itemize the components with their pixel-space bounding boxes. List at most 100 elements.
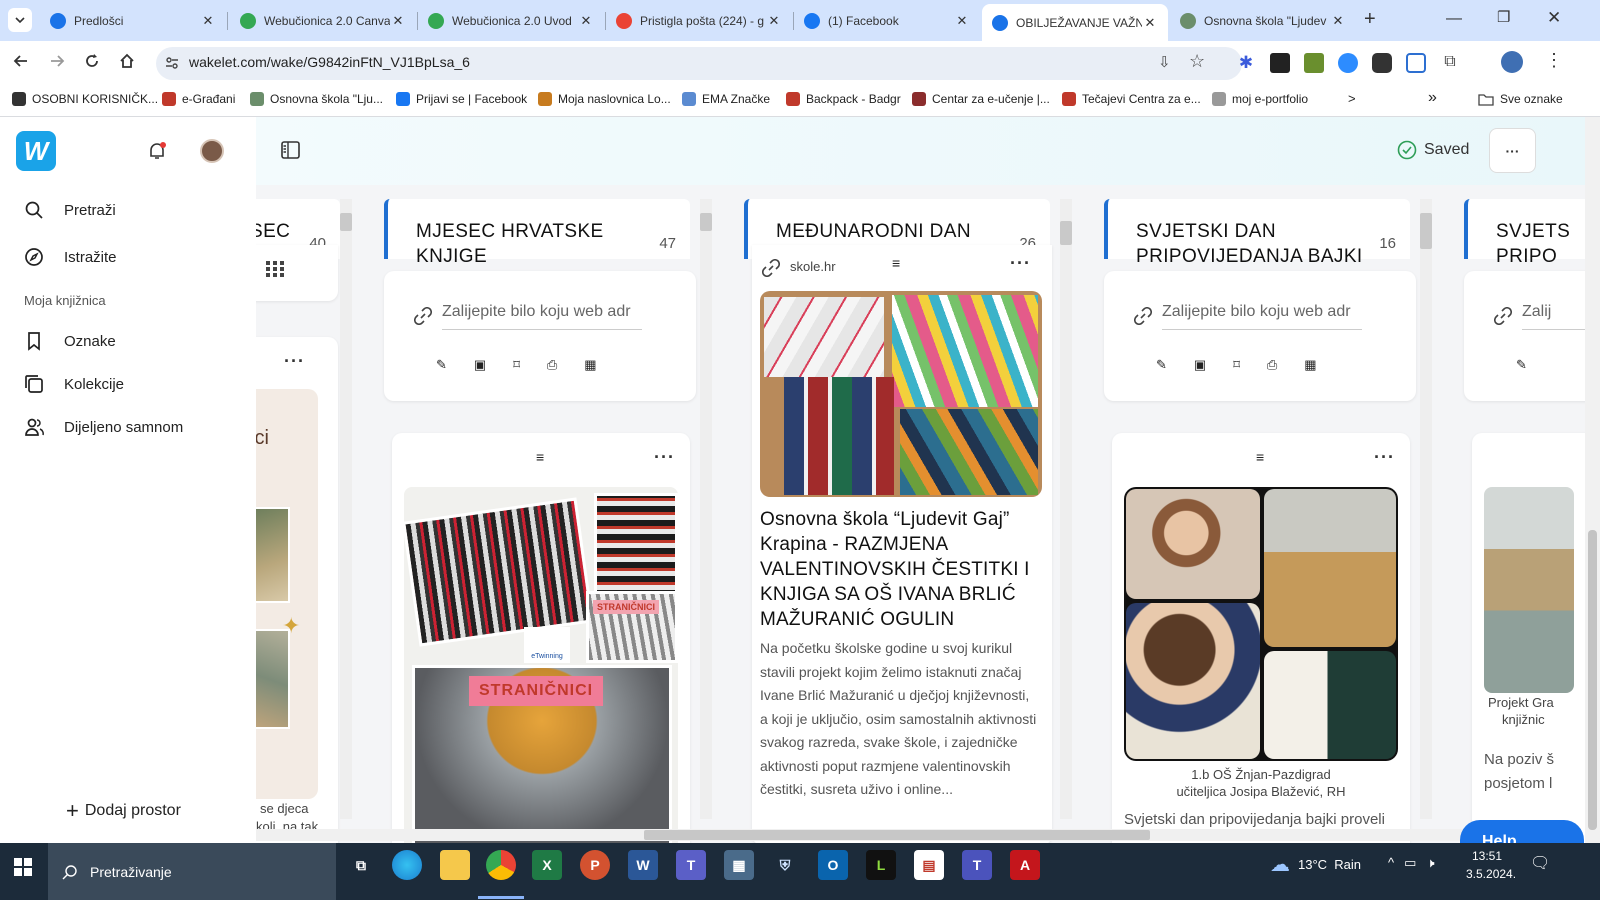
acrobat-icon[interactable]: A <box>1010 850 1040 880</box>
bookmark-star-icon[interactable]: ☆ <box>1189 51 1205 72</box>
toggle-sidebar-icon[interactable] <box>281 141 300 162</box>
notifications-icon[interactable]: 🗨 <box>1530 853 1550 873</box>
tab-close-icon[interactable]: ✕ <box>578 13 594 29</box>
extension-notion-icon[interactable] <box>1270 53 1290 73</box>
chrome-icon[interactable] <box>486 850 516 880</box>
weather-widget[interactable]: ☁ 13°C Rain <box>1270 852 1361 877</box>
bookmark-item[interactable]: Backpack - Badgr <box>786 92 901 106</box>
file-explorer-icon[interactable] <box>440 850 470 880</box>
teams-icon[interactable]: T <box>676 850 706 880</box>
restore-button[interactable]: ❐ <box>1497 8 1510 26</box>
card-more-icon[interactable]: ··· <box>654 447 675 468</box>
home-button[interactable] <box>118 52 136 73</box>
paste-url-input[interactable]: Zalijepite bilo koju web adr <box>442 303 642 330</box>
sidebar-item-compass[interactable]: Istražite <box>24 247 117 267</box>
column-header[interactable]: MJESEC HRVATSKE KNJIGE 47 <box>384 199 690 267</box>
column-scrollbar[interactable] <box>700 199 712 819</box>
browser-tab[interactable]: Webučionica 2.0 Uvod ✕ <box>418 5 604 37</box>
extension-zoom-icon[interactable] <box>1338 53 1358 73</box>
taskbar-search[interactable]: Pretraživanje <box>48 843 336 900</box>
powerpoint-icon[interactable]: P <box>580 850 610 880</box>
column-scroll-thumb[interactable] <box>1420 213 1432 249</box>
tray-expand-icon[interactable]: ^ <box>1388 855 1394 871</box>
word-icon[interactable]: W <box>628 850 658 880</box>
column-scroll-thumb[interactable] <box>1060 221 1072 245</box>
horizontal-scroll-thumb[interactable] <box>644 830 1150 840</box>
bookmark-item[interactable]: Prijavi se | Facebook <box>396 92 527 106</box>
bookmarks-more-button[interactable]: > <box>1348 91 1356 106</box>
page-scroll-thumb[interactable] <box>1588 530 1597 830</box>
card-more-icon[interactable]: ··· <box>284 351 305 372</box>
tab-close-icon[interactable]: ✕ <box>1330 13 1346 29</box>
url-text[interactable]: wakelet.com/wake/G9842inFtN_VJ1BpLsa_6 <box>189 54 470 70</box>
bookmark-item[interactable]: Tečajevi Centra za e... <box>1062 92 1201 106</box>
browser-tab[interactable]: (1) Facebook ✕ <box>794 5 980 37</box>
link-title[interactable]: Osnovna škola “Ljudevit Gaj” Krapina - R… <box>760 507 1044 632</box>
forward-button[interactable] <box>48 52 66 73</box>
column-scrollbar[interactable] <box>1060 199 1072 819</box>
sidebar-item-search[interactable]: Pretraži <box>24 200 116 220</box>
bookmark-item[interactable]: EMA Značke <box>682 92 770 106</box>
tab-close-icon[interactable]: ✕ <box>766 13 782 29</box>
card-more-icon[interactable]: ··· <box>1010 253 1031 274</box>
window-close-button[interactable]: ✕ <box>1547 8 1561 28</box>
add-bookmark-icon[interactable]: ⌑ <box>1233 357 1240 373</box>
add-text-icon[interactable]: ✎ <box>1516 357 1527 373</box>
paste-url-input[interactable]: Zalijepite bilo koju web adr <box>1162 303 1362 330</box>
column-header[interactable]: SVJETS PRIPO <box>1464 199 1585 267</box>
notifications-bell-icon[interactable] <box>147 141 167 164</box>
windows-start-icon[interactable] <box>14 858 32 879</box>
image-card-partial[interactable]: Projekt Gra knjižnic Na poziv š posjetom… <box>1472 433 1585 843</box>
bookmark-item[interactable]: Centar za e-učenje |... <box>912 92 1050 106</box>
browser-tab[interactable]: Osnovna škola "Ljudev ✕ <box>1170 5 1356 37</box>
browser-menu-icon[interactable]: ⋮ <box>1545 50 1563 71</box>
bookmarks-overflow-button[interactable]: » <box>1428 89 1437 107</box>
defender-icon[interactable]: ⛨ <box>770 850 800 880</box>
add-pdf-icon[interactable]: ⎙ <box>1267 357 1277 373</box>
back-button[interactable] <box>12 52 30 73</box>
extension-on-icon[interactable] <box>1372 53 1392 73</box>
tab-search-button[interactable] <box>8 8 32 32</box>
extension-snowflake-icon[interactable]: ✱ <box>1236 53 1256 73</box>
qr-code-icon[interactable]: ▦ <box>584 357 596 373</box>
clock-time[interactable]: 13:51 <box>1472 849 1502 863</box>
excel-icon[interactable]: X <box>532 850 562 880</box>
sidebar-item-shared-users[interactable]: Dijeljeno samnom <box>24 417 183 437</box>
link-card[interactable]: skole.hr ≡ ··· Osnovna škola “Ljudevit G… <box>752 245 1052 843</box>
drag-handle-icon[interactable]: ≡ <box>536 449 544 465</box>
drag-handle-icon[interactable]: ≡ <box>892 255 900 271</box>
profile-avatar-icon[interactable] <box>1501 51 1523 73</box>
column-header[interactable]: SVJETSKI DAN PRIPOVIJEDANJA BAJKI 16 <box>1104 199 1410 267</box>
extensions-puzzle-icon[interactable]: ⧉ <box>1440 53 1460 73</box>
image-card[interactable]: ≡ ··· STRANIČNICI eTwinning STRANIČNICI <box>392 433 690 843</box>
bookmark-item[interactable]: moj e-portfolio <box>1212 92 1308 106</box>
sidebar-item-bookmark[interactable]: Oznake <box>24 331 116 351</box>
image-card[interactable]: ≡ ··· 1.b OŠ Žnjan-Pazdigrad učiteljica … <box>1112 433 1410 843</box>
calculator-icon[interactable]: ▦ <box>724 850 754 880</box>
browser-tab[interactable]: Predlošci ✕ <box>40 5 226 37</box>
card-more-icon[interactable]: ··· <box>1374 447 1395 468</box>
space-more-button[interactable]: ··· <box>1489 128 1536 173</box>
tab-close-icon[interactable]: ✕ <box>390 13 406 29</box>
tab-close-icon[interactable]: ✕ <box>1142 15 1158 31</box>
add-space-button[interactable]: + Dodaj prostor <box>66 800 181 822</box>
paste-url-input[interactable]: Zalij <box>1522 303 1585 330</box>
add-image-icon[interactable]: ▣ <box>474 357 486 373</box>
browser-tab[interactable]: Pristigla pošta (224) - g ✕ <box>606 5 792 37</box>
add-image-icon[interactable]: ▣ <box>1194 357 1206 373</box>
qr-code-icon[interactable]: ▦ <box>1304 357 1316 373</box>
tray-icons[interactable]: ^ ▭ 🕨 <box>1388 855 1435 871</box>
add-bookmark-icon[interactable]: ⌑ <box>513 357 520 373</box>
site-info-icon[interactable] <box>164 55 180 74</box>
minimize-button[interactable]: — <box>1446 10 1462 28</box>
all-bookmarks-folder[interactable]: Sve oznake <box>1478 92 1563 106</box>
add-text-icon[interactable]: ✎ <box>1156 357 1167 373</box>
install-app-icon[interactable]: ⇩ <box>1158 53 1171 71</box>
column-scroll-thumb[interactable] <box>340 213 352 231</box>
task-view-icon[interactable]: ⧉ <box>346 850 376 880</box>
l-app-icon[interactable]: L <box>866 850 896 880</box>
extension-green-icon[interactable] <box>1304 53 1324 73</box>
volume-icon[interactable]: 🕨 <box>1426 855 1434 871</box>
tab-close-icon[interactable]: ✕ <box>954 13 970 29</box>
edge-icon[interactable] <box>392 850 422 880</box>
